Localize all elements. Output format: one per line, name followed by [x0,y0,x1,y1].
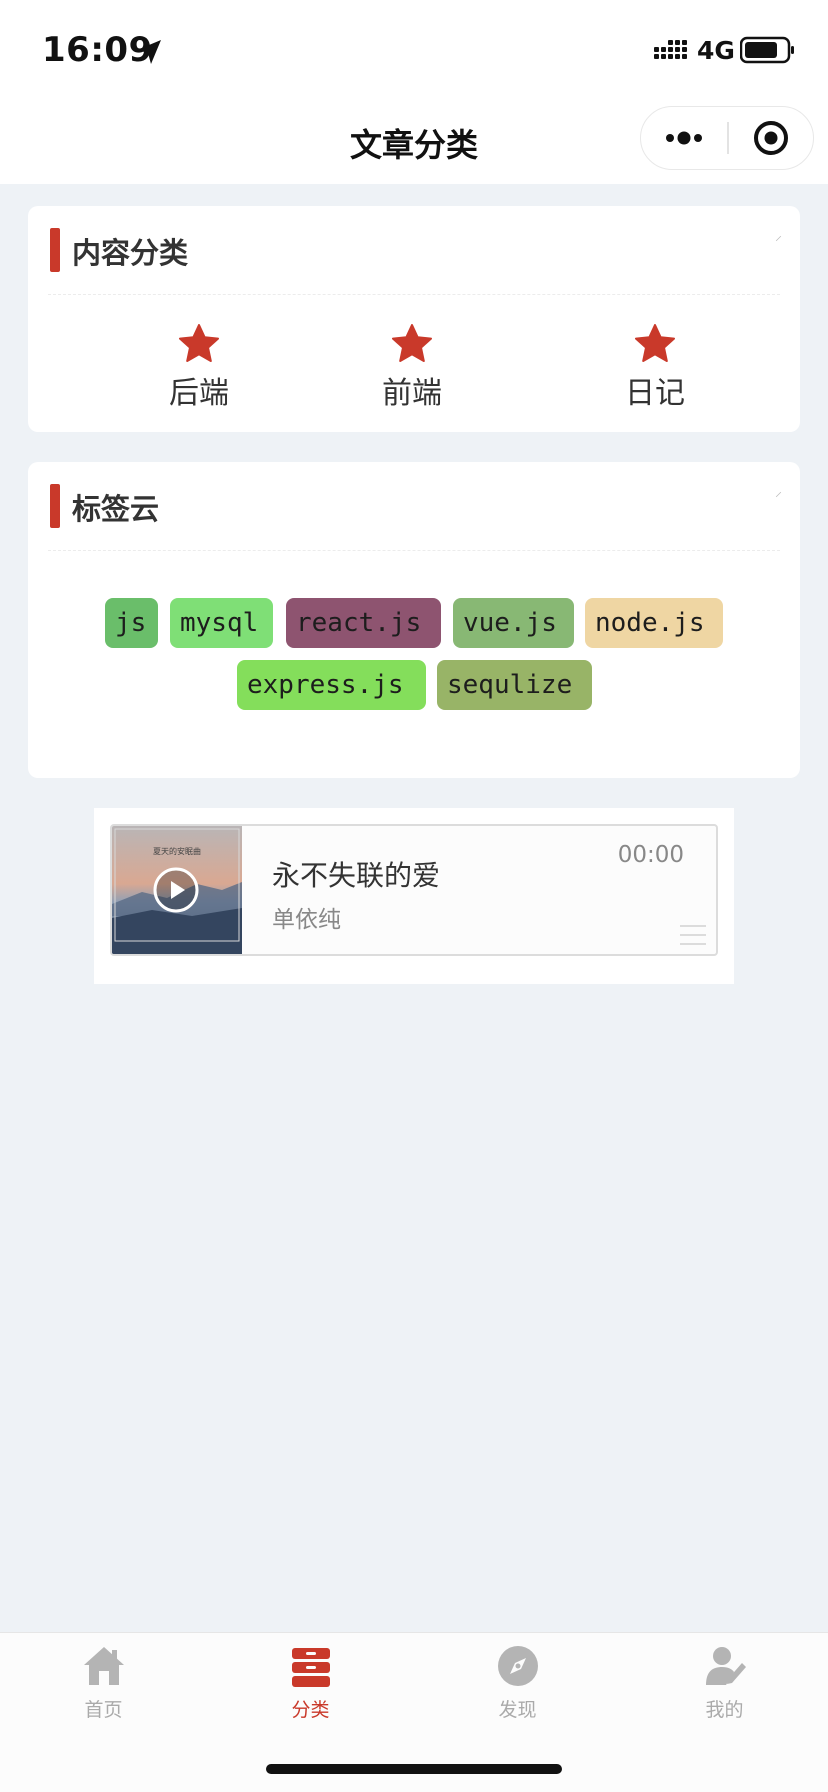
category-label: 前端 [382,376,442,411]
tab-profile[interactable]: 我的 [621,1643,828,1733]
category-icon [291,1648,330,1687]
tab-discover[interactable]: 发现 [414,1643,621,1733]
star-icon [392,324,432,362]
home-icon [83,1647,124,1685]
category-item-frontend[interactable]: 前端 [352,324,472,412]
tag-sequlize[interactable]: sequlize [437,660,592,710]
star-icon [179,324,219,362]
card-header: 标签云 ⸝ [28,462,800,552]
cover-caption: 夏天的安眠曲 [153,847,201,856]
network-type: 4G [697,36,735,65]
home-indicator [266,1764,562,1774]
compass-icon [497,1646,538,1686]
song-artist: 单依纯 [272,907,341,933]
tab-label: 发现 [498,1699,537,1721]
star-icon [635,324,675,362]
tab-category[interactable]: 分类 [207,1643,414,1733]
tag-node-js[interactable]: node.js [585,598,723,648]
tag-express-js[interactable]: express.js [237,660,426,710]
signal-icon [654,40,687,59]
location-arrow-icon [137,40,161,64]
tab-home[interactable]: 首页 [0,1643,207,1733]
play-icon[interactable] [152,866,200,914]
mini-program-capsule [640,106,814,170]
tab-label: 分类 [291,1699,330,1721]
song-title: 永不失联的爱 [272,859,441,892]
divider [48,294,780,295]
screen: 16:09 4G 文章分类 内容分类 ⸝ 后端 前端 日记 标签云 ⸝ js m… [0,0,828,1792]
battery-icon [740,36,794,64]
corner-mark-icon: ⸝ [775,228,782,244]
tag-js[interactable]: js [105,598,158,648]
category-label: 后端 [169,376,229,411]
profile-icon [705,1647,746,1685]
card-title: 内容分类 [72,236,189,270]
category-item-backend[interactable]: 后端 [139,324,259,412]
tag-cloud-card: 标签云 ⸝ js mysql react.js vue.js node.js e… [28,462,800,778]
audio-player-container: 夏天的安眠曲 永不失联的爱 单依纯 00:00 [94,808,734,984]
category-label: 日记 [625,376,685,411]
close-mini-program-icon[interactable] [729,107,813,169]
play-time: 00:00 [617,842,684,868]
status-bar: 16:09 4G [0,0,828,98]
tab-label: 我的 [705,1699,744,1721]
card-title: 标签云 [72,492,160,526]
tag-react-js[interactable]: react.js [286,598,441,648]
divider [48,550,780,551]
corner-mark-icon: ⸝ [775,484,782,500]
title-accent-bar [50,484,60,528]
tag-mysql[interactable]: mysql [170,598,273,648]
menu-lines-icon [680,925,706,945]
title-accent-bar [50,228,60,272]
nav-bar: 文章分类 [0,98,828,184]
tag-vue-js[interactable]: vue.js [453,598,574,648]
category-item-diary[interactable]: 日记 [595,324,715,412]
content-category-card: 内容分类 ⸝ 后端 前端 日记 [28,206,800,432]
more-icon[interactable] [641,107,727,169]
card-header: 内容分类 ⸝ [28,206,800,296]
tab-label: 首页 [84,1699,123,1721]
audio-player: 夏天的安眠曲 永不失联的爱 单依纯 00:00 [110,824,718,956]
